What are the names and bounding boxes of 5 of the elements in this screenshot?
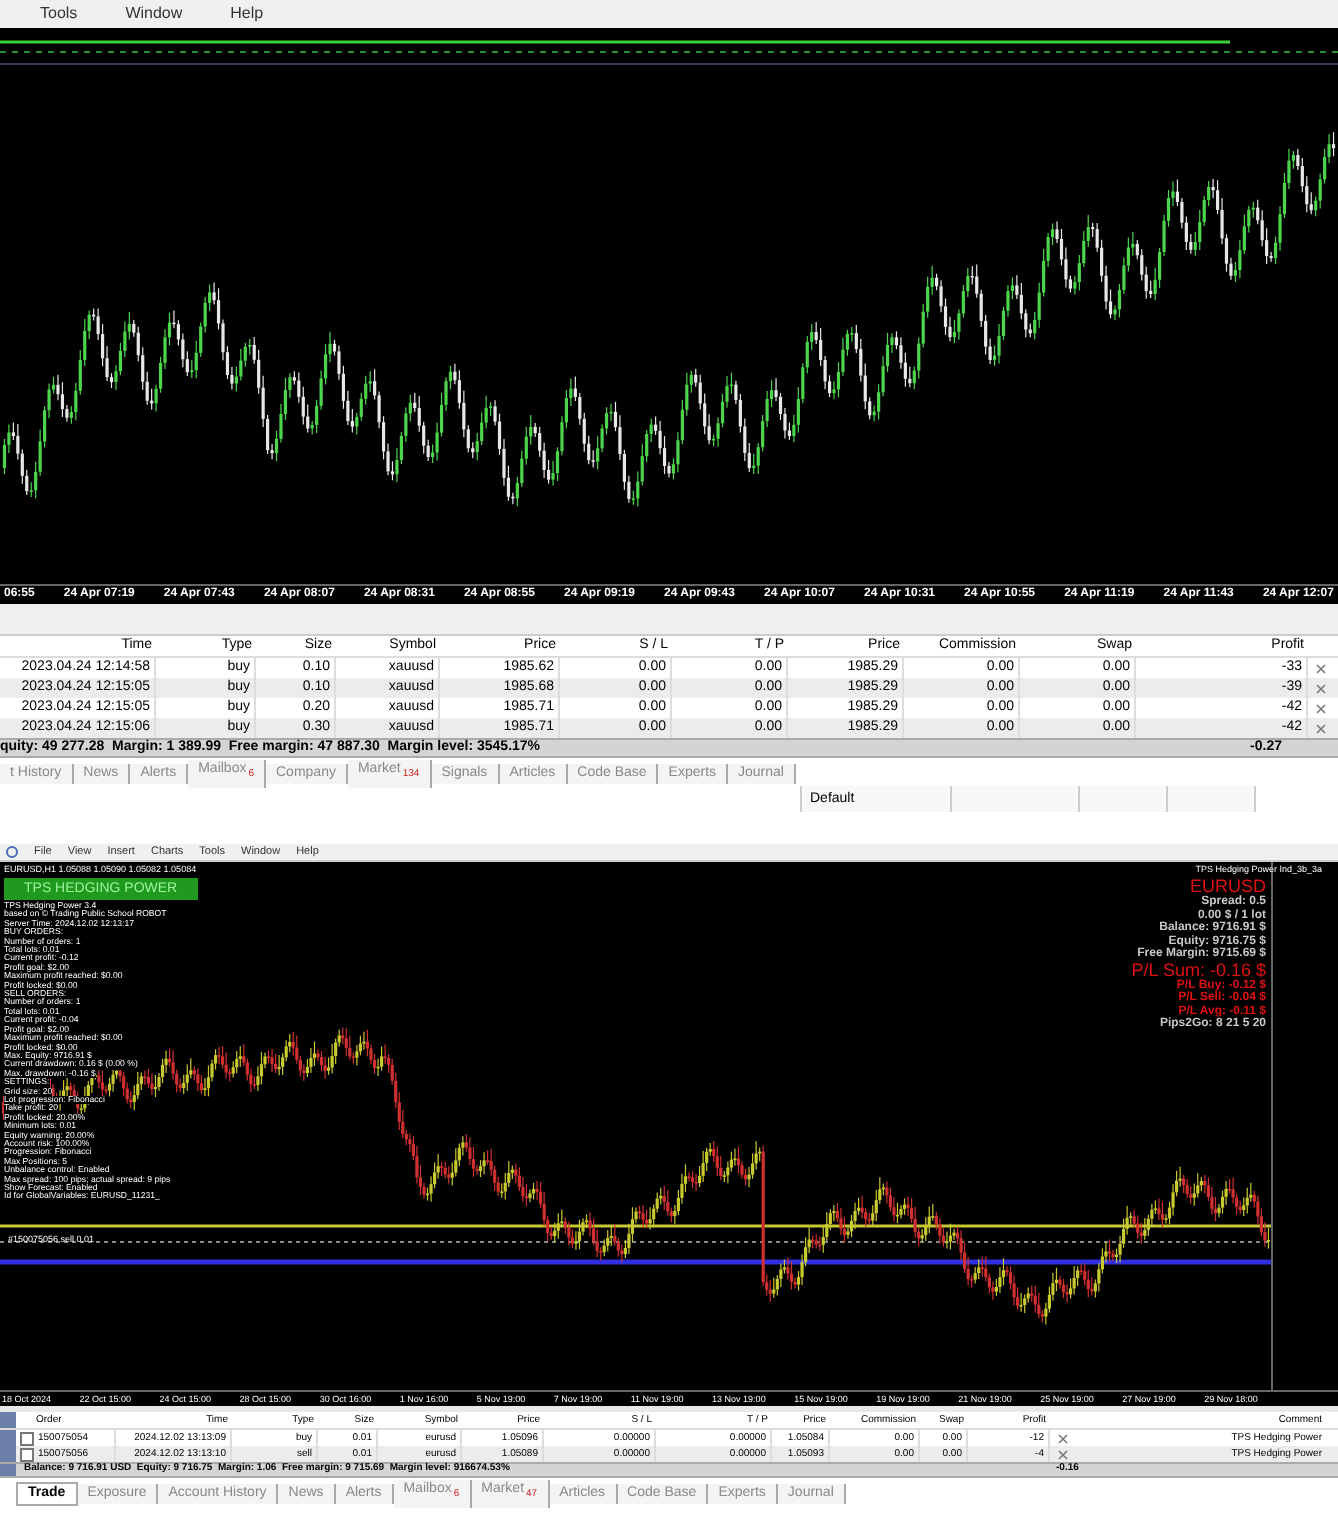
menu-item[interactable]: Tools bbox=[40, 4, 78, 24]
stat-text: EURUSD bbox=[1189, 878, 1266, 896]
menu-item[interactable]: Help bbox=[230, 4, 264, 24]
menu-item[interactable]: Window bbox=[125, 4, 183, 24]
stat-text: P/L Sum: -0.16 $ bbox=[1131, 961, 1266, 979]
